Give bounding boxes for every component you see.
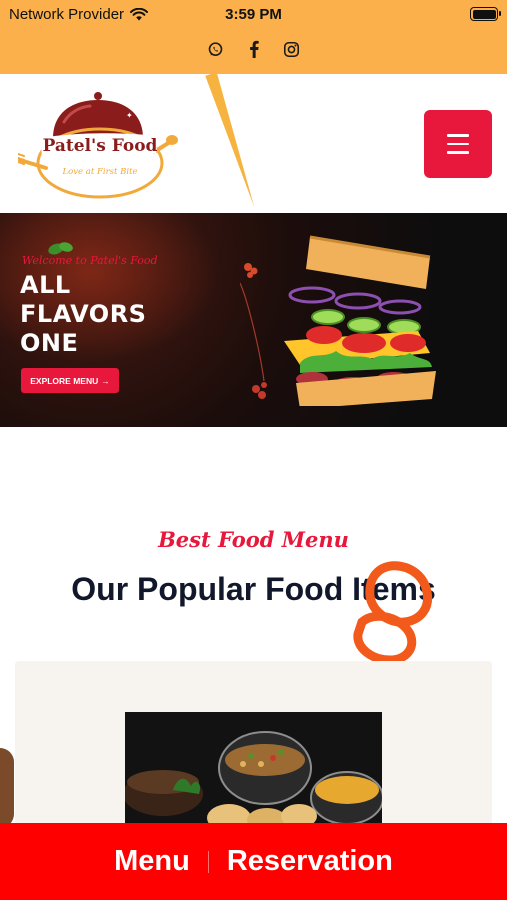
svg-text:✦: ✦	[126, 111, 133, 120]
logo-tagline: Love at First Bite	[61, 167, 137, 177]
battery-icon	[470, 7, 501, 21]
hero-title-line: ONE	[20, 329, 79, 357]
app-screen: Network Provider 3:59 PM ✦ Patel's Food …	[0, 0, 507, 900]
facebook-icon[interactable]	[244, 39, 264, 59]
sandwich-illustration	[240, 235, 436, 406]
site-header: ✦ Patel's Food Love at First Bite	[0, 74, 507, 213]
menu-link[interactable]: Menu	[96, 845, 208, 878]
food-item-image	[125, 712, 382, 832]
instagram-icon[interactable]	[282, 39, 302, 59]
patels-food-logo[interactable]: ✦ Patel's Food Love at First Bite	[18, 88, 178, 200]
header-accent-stripe	[205, 74, 260, 210]
status-bar: Network Provider 3:59 PM	[0, 0, 507, 28]
whatsapp-icon[interactable]	[206, 39, 226, 59]
hero-welcome-text: Welcome to Patel's Food	[22, 254, 158, 267]
hero-title-line: FLAVORS	[20, 300, 147, 328]
explore-menu-label: EXPLORE MENU	[30, 375, 99, 386]
bell-pepper-slice-decoration	[353, 561, 432, 665]
hero-title-line: ALL	[20, 271, 71, 299]
explore-menu-button[interactable]: EXPLORE MENU →	[21, 368, 119, 393]
social-links	[0, 39, 507, 59]
logo-name: Patel's Food	[43, 136, 158, 156]
reservation-link[interactable]: Reservation	[209, 845, 411, 878]
basil-leaf-icon	[48, 242, 73, 255]
bottom-action-bar: Menu Reservation	[0, 823, 507, 900]
top-band: Network Provider 3:59 PM	[0, 0, 507, 74]
section-subheading: Best Food Menu	[158, 527, 349, 552]
hero-banner: Welcome to Patel's Food ALL FLAVORS ONE …	[0, 213, 507, 427]
hero-title: ALL FLAVORS ONE	[20, 271, 190, 358]
arrow-right-icon: →	[101, 375, 110, 386]
food-image-peek	[0, 748, 14, 828]
hamburger-menu-button[interactable]	[424, 110, 492, 178]
status-time: 3:59 PM	[225, 6, 282, 23]
hamburger-menu-icon	[447, 134, 469, 137]
